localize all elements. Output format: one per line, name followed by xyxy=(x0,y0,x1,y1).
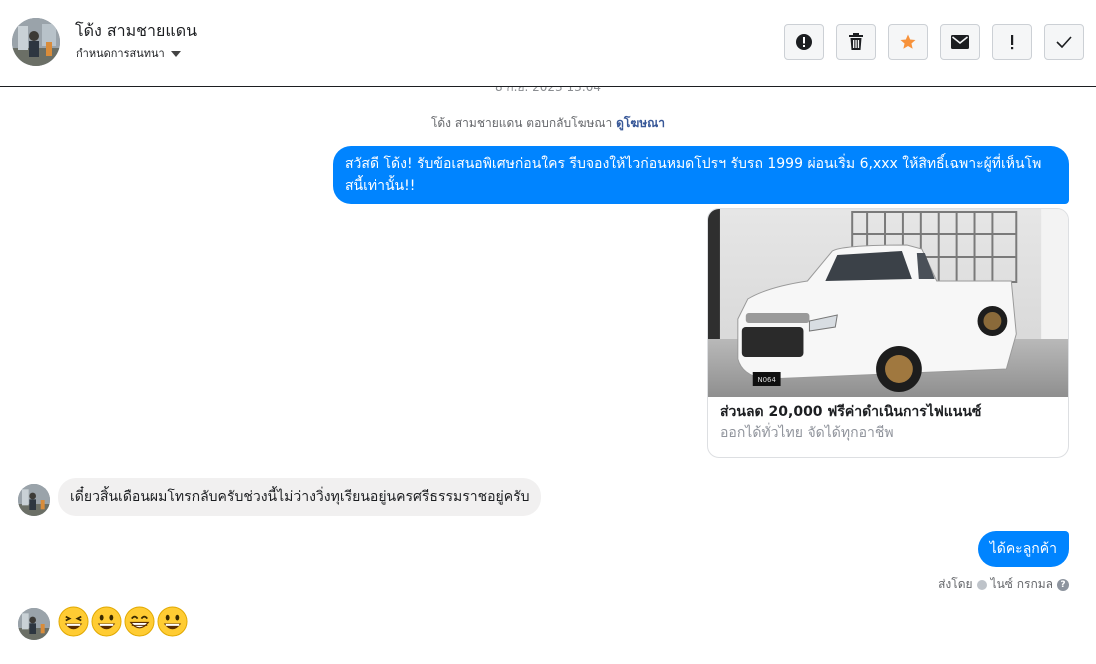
help-icon[interactable]: ? xyxy=(1057,578,1069,591)
incoming-message: เดี๋ยวสิ้นเดือนผมโทรกลับครับช่วงนี้ไม่ว่… xyxy=(58,478,542,516)
alert-circle-icon xyxy=(796,34,812,50)
grinning-squinting-face-icon xyxy=(58,606,89,637)
ad-image-pickup-truck: N064 xyxy=(708,209,1068,397)
assign-conversation-label: กำหนดการสนทนา xyxy=(76,47,165,60)
assign-conversation-dropdown[interactable]: กำหนดการสนทนา xyxy=(76,44,181,62)
ad-card[interactable]: N064 ส่วนลด 20,000 ฟรีค่าดำเนินการไฟแนนซ… xyxy=(707,208,1069,458)
follow-up-button[interactable] xyxy=(992,24,1032,60)
grinning-face-icon xyxy=(91,606,122,637)
grinning-face-icon xyxy=(157,606,188,637)
contact-avatar-small xyxy=(18,608,50,640)
delete-button[interactable] xyxy=(836,24,876,60)
sent-by-label: ส่งโดย xyxy=(938,577,973,591)
mark-done-button[interactable] xyxy=(1044,24,1084,60)
envelope-icon xyxy=(951,35,969,49)
ad-reply-text: โด้ง สามชายแดน ตอบกลับโฆษณา xyxy=(430,116,613,130)
star-icon xyxy=(900,34,916,49)
ad-subtitle: ออกได้ทั่วไทย จัดได้ทุกอาชีพ xyxy=(720,425,894,441)
svg-text:N064: N064 xyxy=(757,376,776,384)
contact-name[interactable]: โด้ง สามชายแดน xyxy=(75,19,197,44)
ad-title: ส่วนลด 20,000 ฟรีค่าดำเนินการไฟแนนซ์ xyxy=(720,404,982,420)
outgoing-message-promo: สวัสดี โด้ง! รับข้อเสนอพิเศษก่อนใคร รีบจ… xyxy=(333,146,1069,204)
caret-down-icon xyxy=(170,50,181,57)
contact-avatar[interactable] xyxy=(12,18,60,66)
trash-icon xyxy=(849,33,863,50)
sender-status-icon xyxy=(976,579,987,590)
star-button[interactable] xyxy=(888,24,928,60)
report-spam-button[interactable] xyxy=(784,24,824,60)
incoming-emoji-message xyxy=(58,606,188,637)
ad-reply-note: โด้ง สามชายแดน ตอบกลับโฆษณา ดูโฆษณา xyxy=(0,114,1096,133)
sent-by-name: ไนซ์ กรกมล xyxy=(990,577,1053,591)
exclamation-icon xyxy=(1011,35,1014,50)
view-ad-link[interactable]: ดูโฆษณา xyxy=(616,116,665,130)
conversation-toolbar xyxy=(784,24,1084,60)
check-icon xyxy=(1056,36,1072,48)
sent-by-info: ส่งโดย ไนซ์ กรกมล ? xyxy=(938,575,1069,594)
outgoing-message-reply: ได้คะลูกค้า xyxy=(977,531,1069,567)
conversation-header: โด้ง สามชายแดน กำหนดการสนทนา xyxy=(0,0,1096,87)
contact-avatar-small xyxy=(18,484,50,516)
mark-unread-button[interactable] xyxy=(940,24,980,60)
beaming-face-icon xyxy=(124,606,155,637)
